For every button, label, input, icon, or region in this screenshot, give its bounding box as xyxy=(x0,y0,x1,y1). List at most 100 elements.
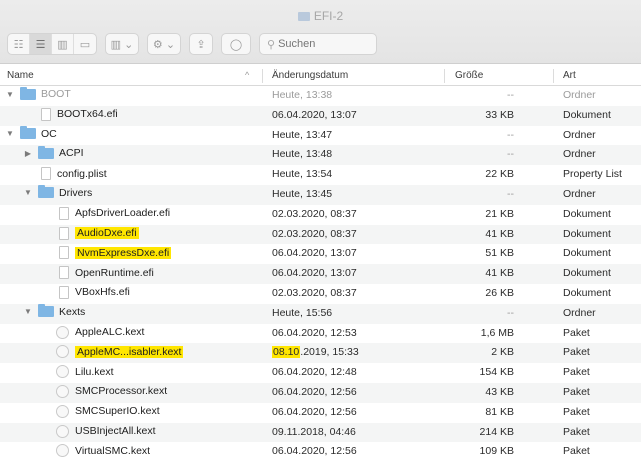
file-row[interactable]: Lilu.kext 06.04.2020, 12:48 154 KB Paket xyxy=(0,363,641,383)
kind-cell: Paket xyxy=(563,346,590,359)
search-icon: ⚲ xyxy=(267,38,276,51)
disclosure-open-icon[interactable]: ▼ xyxy=(4,90,16,99)
file-name: NvmExpressDxe.efi xyxy=(75,246,172,259)
kext-package-icon xyxy=(56,365,69,379)
document-icon xyxy=(59,226,69,240)
date-cell: Heute, 15:56 xyxy=(272,306,333,319)
name-cell: SMCSuperIO.kext xyxy=(56,404,160,418)
file-row[interactable]: AudioDxe.efi 02.03.2020, 08:37 41 KB Dokume… xyxy=(0,224,641,245)
file-row[interactable]: ApfsDriverLoader.efi 02.03.2020, 08:37 21 … xyxy=(0,205,641,225)
size-cell: 214 KB xyxy=(479,425,514,438)
column-header: Name ^ Änderungsdatum Größe Art xyxy=(0,66,641,86)
file-row[interactable]: SMCProcessor.kext 06.04.2020, 12:56 43 KB P… xyxy=(0,382,641,403)
file-row[interactable]: ▶ ACPI Heute, 13:48 -- Ordner xyxy=(0,145,641,166)
kind-cell: Dokument xyxy=(563,227,611,240)
gallery-view-icon[interactable]: ▭ xyxy=(74,34,96,54)
disclosure-open-icon[interactable]: ▼ xyxy=(22,307,34,316)
column-divider[interactable] xyxy=(553,69,554,83)
file-name: ACPI xyxy=(59,147,84,160)
search-input[interactable] xyxy=(278,38,369,50)
date-cell: 09.11.2018, 04:46 xyxy=(272,425,356,438)
document-icon xyxy=(41,167,51,181)
file-row[interactable]: VBoxHfs.efi 02.03.2020, 08:37 26 KB Dokumen… xyxy=(0,284,641,304)
name-cell: NvmExpressDxe.efi xyxy=(56,246,172,260)
date-cell: 06.04.2020, 13:07 xyxy=(272,108,357,121)
disclosure-open-icon[interactable]: ▼ xyxy=(22,188,34,197)
disclosure-closed-icon[interactable]: ▶ xyxy=(22,149,34,158)
file-row[interactable]: AppleMC...isabler.kext 08.10.2019, 15:33 2… xyxy=(0,343,641,364)
share-button[interactable]: ⇪ xyxy=(189,33,213,55)
file-row[interactable]: ▼ BOOT Heute, 13:38 -- Ordner xyxy=(0,86,641,106)
kext-package-icon xyxy=(56,444,69,458)
sort-ascending-icon: ^ xyxy=(245,70,250,80)
search-field[interactable]: ⚲ xyxy=(259,33,377,55)
date-cell: 02.03.2020, 08:37 xyxy=(272,207,357,220)
kind-cell: Dokument xyxy=(563,247,611,260)
kext-package-icon xyxy=(56,325,69,339)
date-cell: Heute, 13:38 xyxy=(272,89,333,101)
document-icon xyxy=(59,246,69,260)
kind-cell: Property List xyxy=(563,168,622,181)
name-cell: ▼ Kexts xyxy=(22,304,85,318)
file-row[interactable]: OpenRuntime.efi 06.04.2020, 13:07 41 KB Dok… xyxy=(0,264,641,284)
kext-package-icon xyxy=(56,404,69,418)
file-row[interactable]: VirtualSMC.kext 06.04.2020, 12:56 109 KB Pa… xyxy=(0,442,641,462)
file-name: OpenRuntime.efi xyxy=(75,266,154,279)
kind-cell: Paket xyxy=(563,405,590,418)
name-cell: USBInjectAll.kext xyxy=(56,424,156,438)
file-row[interactable]: SMCSuperIO.kext 06.04.2020, 12:56 81 KB Pak… xyxy=(0,403,641,423)
size-cell: 154 KB xyxy=(479,366,514,379)
disclosure-open-icon[interactable]: ▼ xyxy=(4,129,16,138)
folder-icon xyxy=(297,12,310,21)
file-row[interactable]: config.plist Heute, 13:54 22 KB Property Li… xyxy=(0,165,641,185)
kind-cell: Dokument xyxy=(563,108,611,121)
file-name: ApfsDriverLoader.efi xyxy=(75,207,171,220)
file-name: USBInjectAll.kext xyxy=(75,425,156,438)
file-row[interactable]: ▼ Kexts Heute, 15:56 -- Ordner xyxy=(0,303,641,324)
icon-view-icon[interactable]: ☷ xyxy=(8,34,30,54)
kind-cell: Dokument xyxy=(563,286,611,299)
column-divider[interactable] xyxy=(262,69,263,83)
toolbar: ☷ ☰ ▥ ▭ ▥ ⌄ ⚙ ⌄ ⇪ ◯ ⚲ xyxy=(7,31,377,57)
size-cell: 41 KB xyxy=(485,267,514,280)
kind-cell: Paket xyxy=(563,425,590,438)
name-cell: ▼ BOOT xyxy=(4,86,71,100)
column-view-icon[interactable]: ▥ xyxy=(52,34,74,54)
tag-button[interactable]: ◯ xyxy=(221,33,251,55)
date-cell: 06.04.2020, 12:56 xyxy=(272,405,357,418)
file-row[interactable]: ▼ OC Heute, 13:47 -- Ordner xyxy=(0,126,641,146)
file-name: Lilu.kext xyxy=(75,365,114,378)
column-name[interactable]: Name xyxy=(7,70,34,81)
column-size[interactable]: Größe xyxy=(455,70,483,81)
kind-cell: Paket xyxy=(563,366,590,379)
size-cell: 1,6 MB xyxy=(480,326,514,339)
name-cell: ▼ Drivers xyxy=(22,185,92,199)
kind-cell: Dokument xyxy=(563,207,611,220)
size-cell: 26 KB xyxy=(485,286,514,299)
window-title: EFI-2 xyxy=(0,9,641,23)
size-cell: 2 KB xyxy=(491,346,514,359)
date-cell: Heute, 13:47 xyxy=(272,128,333,141)
column-date[interactable]: Änderungsdatum xyxy=(272,70,348,81)
group-button[interactable]: ▥ ⌄ xyxy=(105,33,139,55)
action-button[interactable]: ⚙ ⌄ xyxy=(147,33,181,55)
file-row[interactable]: NvmExpressDxe.efi 06.04.2020, 13:07 51 KB D… xyxy=(0,244,641,264)
kind-cell: Ordner xyxy=(563,148,596,161)
file-row[interactable]: USBInjectAll.kext 09.11.2018, 04:46 214 KB… xyxy=(0,422,641,443)
date-cell: 06.04.2020, 12:53 xyxy=(272,326,357,339)
name-cell: VirtualSMC.kext xyxy=(56,444,150,458)
file-row[interactable]: BOOTx64.efi 06.04.2020, 13:07 33 KB Dokumen… xyxy=(0,105,641,126)
column-kind[interactable]: Art xyxy=(563,70,576,81)
date-cell: Heute, 13:54 xyxy=(272,168,333,181)
column-divider[interactable] xyxy=(444,69,445,83)
kind-cell: Paket xyxy=(563,445,590,458)
file-list: ▼ BOOT Heute, 13:38 -- Ordner BOOTx64.efi 06.0… xyxy=(0,86,641,462)
size-cell: -- xyxy=(507,148,514,161)
kind-cell: Ordner xyxy=(563,306,596,319)
date-cell: 06.04.2020, 12:56 xyxy=(272,385,357,398)
list-view-icon[interactable]: ☰ xyxy=(30,34,52,54)
size-cell: -- xyxy=(507,187,514,200)
titlebar: EFI-2 ☷ ☰ ▥ ▭ ▥ ⌄ ⚙ ⌄ ⇪ ◯ ⚲ xyxy=(0,0,641,64)
file-row[interactable]: AppleALC.kext 06.04.2020, 12:53 1,6 MB Pake… xyxy=(0,324,641,344)
file-row[interactable]: ▼ Drivers Heute, 13:45 -- Ordner xyxy=(0,184,641,205)
